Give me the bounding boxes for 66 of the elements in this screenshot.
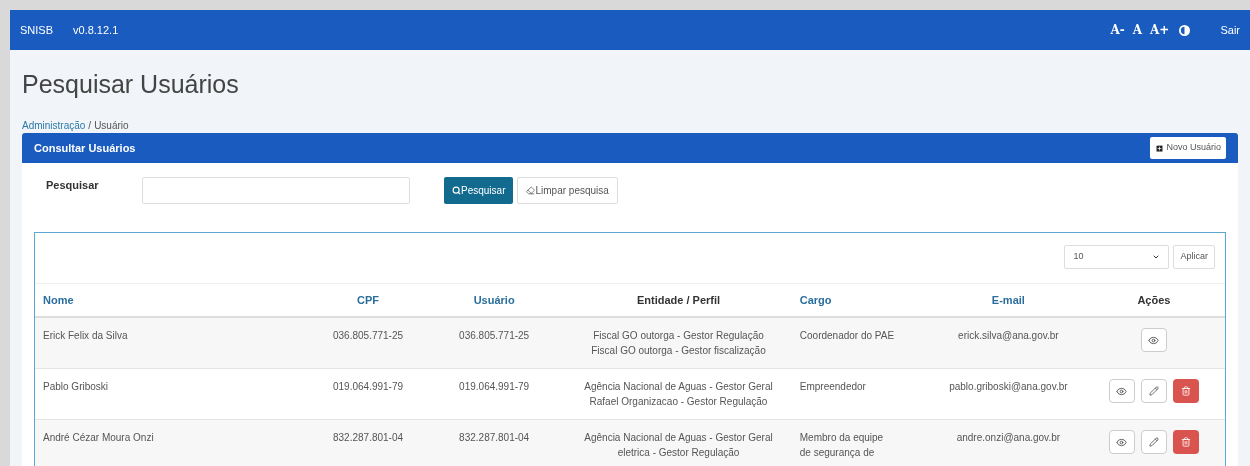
- column-header: Ações: [1136, 292, 1172, 308]
- table-cell-text: de segurança de: [799, 446, 876, 460]
- column-header[interactable]: Cargo: [799, 291, 926, 309]
- font-size-button[interactable]: A+: [1150, 21, 1170, 39]
- font-size-button[interactable]: A-: [1110, 21, 1125, 39]
- eye-icon: [1116, 436, 1128, 448]
- column-header[interactable]: Usuário: [431, 291, 558, 309]
- table-cell-text: 832.287.801-04: [458, 431, 531, 445]
- table-cell-text: andre.onzi@ana.gov.br: [955, 431, 1062, 445]
- contrast-icon[interactable]: [1179, 24, 1191, 36]
- delete-button[interactable]: [1172, 430, 1199, 454]
- version-label: v0.8.12.1: [73, 22, 119, 38]
- table-cell-text: 832.287.801-04: [332, 431, 405, 445]
- column-header[interactable]: CPF: [304, 291, 432, 309]
- column-header: Entidade / Perfil: [635, 292, 722, 308]
- plus-square-icon: [1155, 143, 1165, 153]
- table-cell-text: Coordenador do PAE: [799, 329, 896, 343]
- apply-button[interactable]: Aplicar: [1173, 245, 1215, 269]
- search-label: Pesquisar: [46, 178, 100, 193]
- new-user-button[interactable]: Novo Usuário: [1150, 137, 1226, 159]
- column-header[interactable]: Nome: [43, 291, 305, 309]
- table-cell-text: Agência Nacional de Aguas - Gestor Geral: [583, 431, 774, 445]
- table-cell-text: 036.805.771-25: [332, 329, 405, 343]
- breadcrumb-current: Usuário: [94, 119, 129, 133]
- clear-search-button[interactable]: Limpar pesquisa: [517, 177, 618, 204]
- breadcrumb-link[interactable]: Administração: [22, 118, 86, 133]
- table-cell-text: erick.silva@ana.gov.br: [957, 329, 1060, 343]
- delete-button[interactable]: [1172, 379, 1199, 403]
- view-button[interactable]: [1108, 379, 1135, 403]
- page-size-select[interactable]: 10: [1064, 245, 1170, 269]
- caret-icon: [1152, 253, 1161, 261]
- table-cell-text: Rafael Organizacao - Gestor Regulação: [588, 395, 769, 409]
- search-field[interactable]: [142, 177, 410, 204]
- table-cell-text: Erick Felix da Silva: [43, 329, 129, 343]
- search-icon: [452, 186, 461, 195]
- table-cell-text: Agência Nacional de Aguas - Gestor Geral: [583, 380, 774, 394]
- page-title: Pesquisar Usuários: [22, 69, 240, 100]
- table-cell-text: Membro da equipe: [799, 431, 885, 445]
- edit-button[interactable]: [1140, 430, 1167, 454]
- table-cell-text: pablo.griboski@ana.gov.br: [948, 380, 1069, 394]
- view-button[interactable]: [1140, 328, 1167, 352]
- eye-icon: [1116, 385, 1128, 397]
- table-cell-text: Fiscal GO outorga - Gestor Regulação: [592, 329, 765, 343]
- table-cell-text: 019.064.991-79: [332, 380, 405, 394]
- pencil-icon: [1148, 386, 1159, 396]
- view-button[interactable]: [1108, 430, 1135, 454]
- table-cell-text: Pablo Griboski: [43, 380, 110, 394]
- brand-name: SNISB: [20, 22, 53, 38]
- table-cell-text: 019.064.991-79: [458, 380, 531, 394]
- pencil-icon: [1148, 437, 1159, 447]
- search-button[interactable]: Pesquisar: [444, 177, 514, 204]
- eye-icon: [1148, 334, 1160, 346]
- font-size-button[interactable]: A: [1132, 21, 1143, 39]
- table-cell-text: eletrica - Gestor Regulação: [616, 446, 741, 460]
- logout-link[interactable]: Sair: [1220, 21, 1240, 39]
- table-cell-text: André Cézar Moura Onzi: [43, 431, 155, 445]
- breadcrumb-separator: /: [88, 119, 92, 133]
- panel-title: Consultar Usuários: [34, 140, 136, 156]
- trash-icon: [1180, 437, 1191, 447]
- table-cell-text: 036.805.771-25: [458, 329, 531, 343]
- trash-icon: [1180, 386, 1191, 396]
- edit-button[interactable]: [1140, 379, 1167, 403]
- table-cell-text: Fiscal GO outorga - Gestor fiscalização: [590, 344, 767, 358]
- eraser-icon: [526, 186, 536, 195]
- table-cell-text: Empreendedor: [799, 380, 867, 394]
- column-header[interactable]: E-mail: [925, 291, 1091, 309]
